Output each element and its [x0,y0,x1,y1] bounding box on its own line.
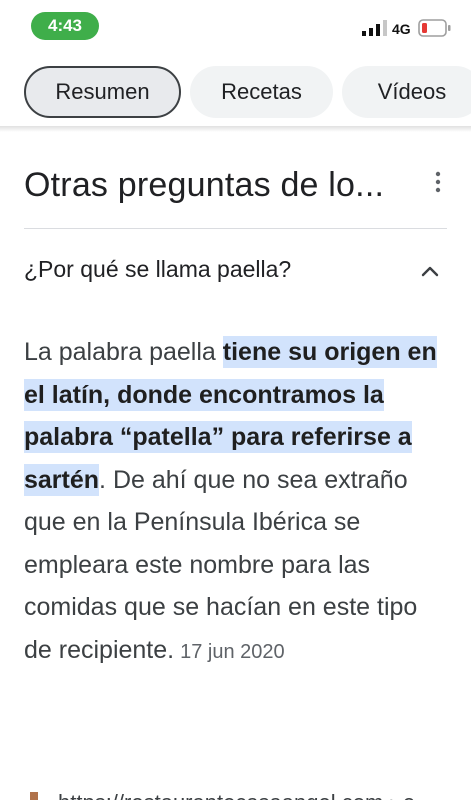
source-link[interactable]: https://restaurantecasaangel.com › e... [22,788,471,800]
site-favicon-icon [30,792,38,800]
section-divider [24,228,447,229]
battery-icon [418,19,451,37]
answer-lead: La palabra paella [24,338,223,366]
question-text[interactable]: ¿Por qué se llama paella? [24,256,291,283]
status-time: 4:43 [31,12,99,40]
answer-text: La palabra paella tiene su origen en el … [24,331,444,673]
filter-tabs: Resumen Recetas Vídeos [0,66,471,122]
tab-recetas[interactable]: Recetas [190,66,333,118]
chevron-up-icon[interactable] [419,260,441,282]
source-url[interactable]: https://restaurantecasaangel.com › e... [58,790,433,800]
network-type: 4G [392,21,411,37]
signal-icon [362,20,387,36]
more-vert-icon[interactable] [432,170,444,194]
tab-resumen[interactable]: Resumen [24,66,181,118]
section-title: Otras preguntas de lo... [24,166,385,204]
tabs-shadow-divider [0,126,471,132]
tab-videos[interactable]: Vídeos [342,66,471,118]
answer-date: 17 jun 2020 [180,640,285,663]
status-bar: 4:43 4G [0,0,471,52]
